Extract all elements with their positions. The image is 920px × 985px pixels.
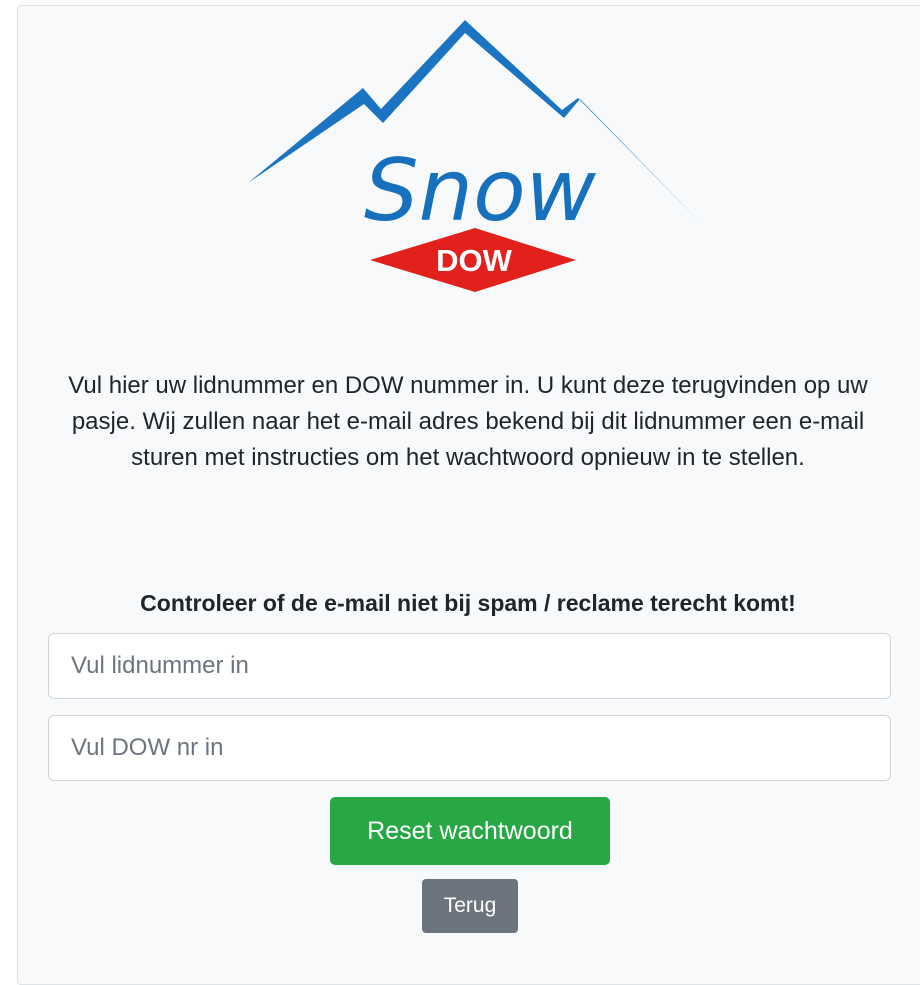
password-reset-card: Snow DOW Vul hier uw lidnummer en DOW nu… [17,5,920,985]
intro-text: Vul hier uw lidnummer en DOW nummer in. … [68,372,868,471]
back-button[interactable]: Terug [422,879,518,933]
logo-badge-text: DOW [436,243,513,278]
logo-word: Snow [364,141,597,241]
snow-dow-logo: Snow DOW [248,20,703,292]
reset-password-button[interactable]: Reset wachtwoord [330,797,610,865]
lidnummer-input[interactable] [48,633,891,699]
spam-warning: Controleer of de e-mail niet bij spam / … [140,590,796,616]
dow-number-input[interactable] [48,715,891,781]
